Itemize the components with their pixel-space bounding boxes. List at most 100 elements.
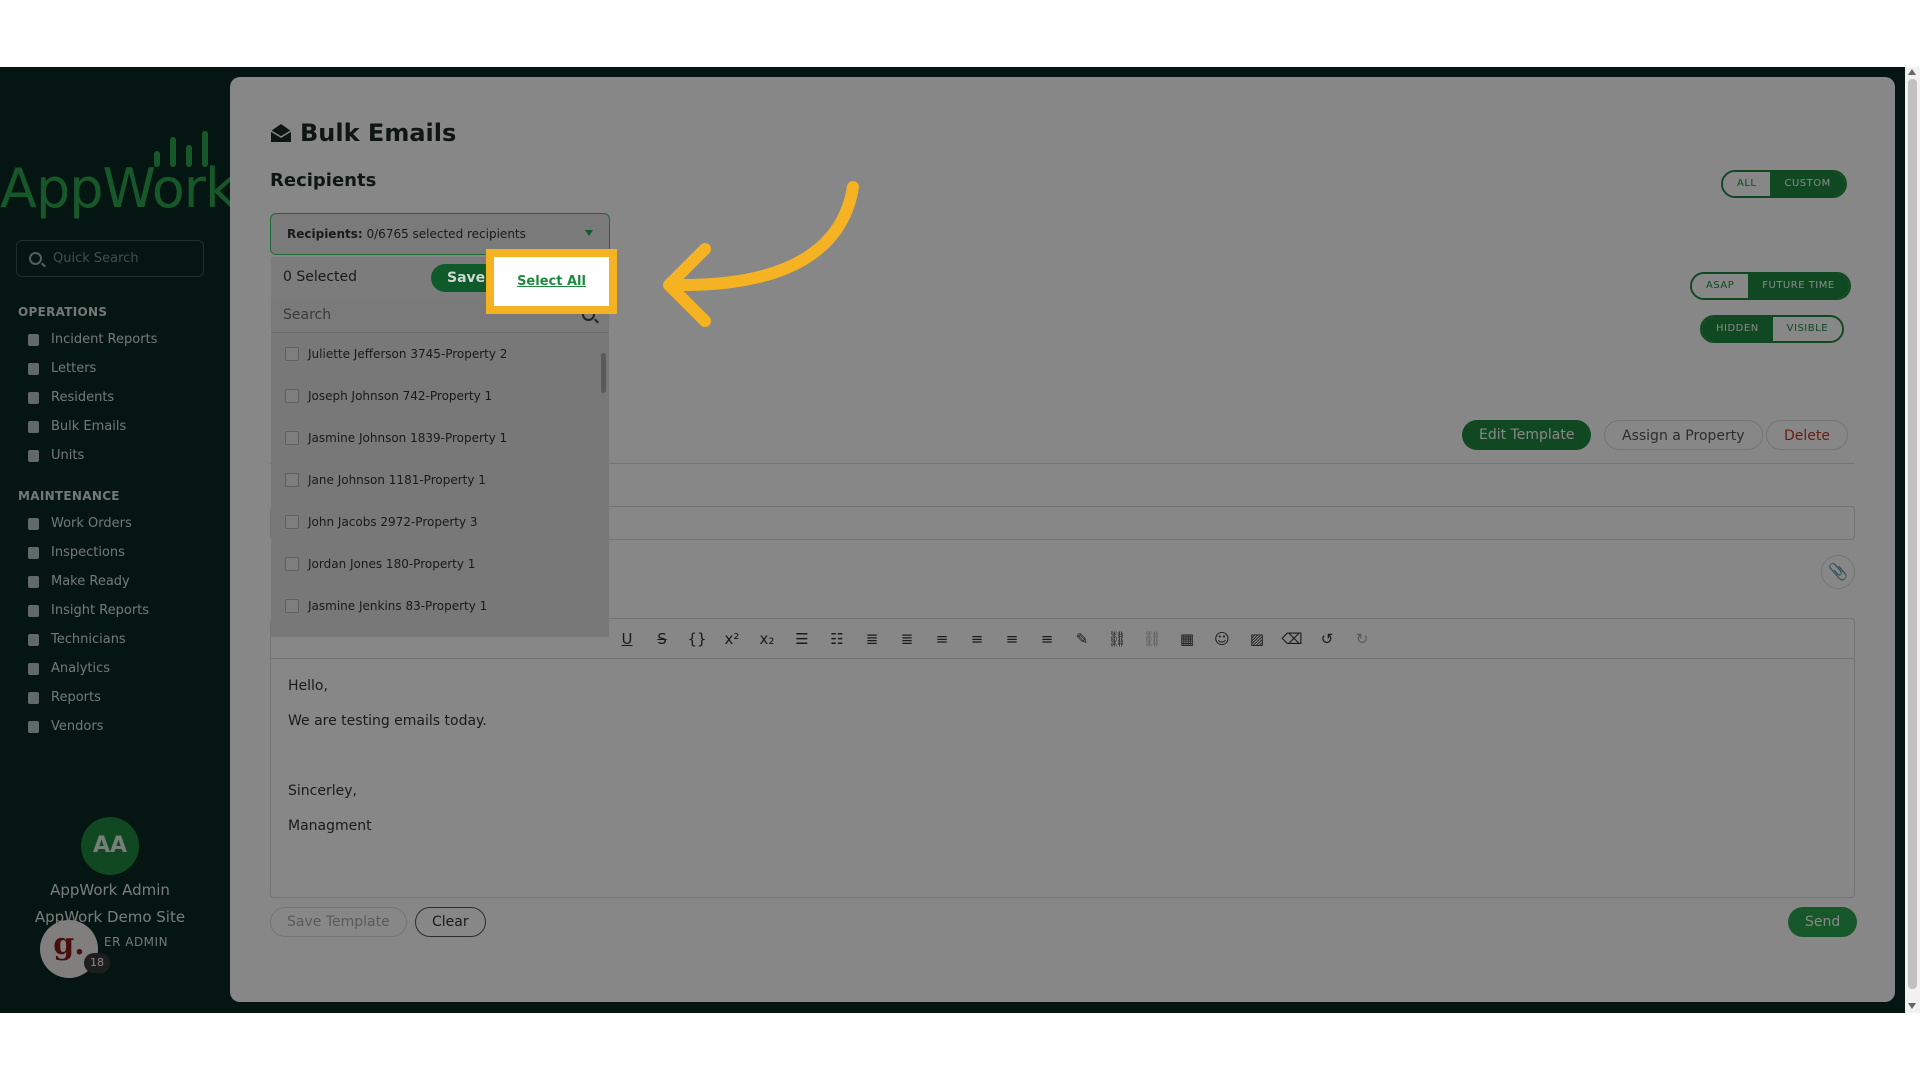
chart-icon bbox=[28, 663, 39, 675]
scroll-down-icon[interactable] bbox=[1908, 1003, 1916, 1009]
assign-property-button[interactable]: Assign a Property bbox=[1604, 420, 1763, 450]
appwork-logo[interactable]: AppWork bbox=[0, 117, 236, 220]
sidebar-item-technicians[interactable]: Technicians bbox=[28, 629, 126, 651]
align-right-icon[interactable]: ≡ bbox=[1000, 627, 1024, 651]
sidebar-item-make-ready[interactable]: Make Ready bbox=[28, 571, 130, 593]
checkbox[interactable] bbox=[285, 515, 299, 529]
editor-line: Managment bbox=[288, 818, 372, 834]
selected-count: 0 Selected bbox=[283, 269, 358, 285]
toggle-option-custom[interactable]: CUSTOM bbox=[1770, 172, 1845, 196]
report-icon bbox=[28, 605, 39, 617]
code-icon[interactable]: {} bbox=[685, 627, 709, 651]
toggle-option-visible[interactable]: VISIBLE bbox=[1772, 317, 1843, 341]
editor-line: We are testing emails today. bbox=[288, 713, 487, 729]
save-template-button[interactable]: Save Template bbox=[270, 907, 407, 937]
chevron-down-icon bbox=[585, 230, 593, 236]
sidebar-item-inspections[interactable]: Inspections bbox=[28, 542, 125, 564]
scroll-thumb[interactable] bbox=[1908, 79, 1917, 989]
link-icon[interactable]: ⛓ bbox=[1105, 627, 1129, 651]
envelope-icon bbox=[28, 421, 39, 433]
superscript-icon[interactable]: x² bbox=[720, 627, 744, 651]
align-center-icon[interactable]: ≡ bbox=[965, 627, 989, 651]
sidebar-item-work-orders[interactable]: Work Orders bbox=[28, 513, 132, 535]
document-icon bbox=[28, 334, 39, 346]
toggle-option-future-time[interactable]: FUTURE TIME bbox=[1748, 274, 1849, 298]
user-role: ER ADMIN bbox=[104, 935, 169, 949]
checkbox[interactable] bbox=[285, 347, 299, 361]
clear-button[interactable]: Clear bbox=[415, 907, 486, 937]
list-item[interactable]: Juliette Jefferson 3745-Property 2 bbox=[271, 333, 601, 375]
list-item[interactable]: Joseph Johnson 742-Property 1 bbox=[271, 375, 601, 417]
strikethrough-icon[interactable]: S bbox=[650, 627, 674, 651]
search-icon bbox=[29, 252, 42, 265]
file-icon bbox=[28, 692, 39, 704]
section-title-operations: OPERATIONS bbox=[18, 305, 108, 319]
toggle-all-custom[interactable]: ALL CUSTOM bbox=[1721, 170, 1847, 198]
avatar[interactable]: AA bbox=[81, 817, 139, 875]
emoji-icon[interactable]: ☺ bbox=[1210, 627, 1234, 651]
helmet-icon bbox=[28, 634, 39, 646]
wrench-icon bbox=[28, 518, 39, 530]
logo-text: AppWork bbox=[0, 157, 236, 220]
sidebar-item-analytics[interactable]: Analytics bbox=[28, 658, 110, 680]
send-button[interactable]: Send bbox=[1788, 907, 1858, 937]
outdent-icon[interactable]: ≣ bbox=[860, 627, 884, 651]
list-item[interactable]: Jane Johnson 1181-Property 1 bbox=[271, 459, 601, 501]
clipboard-icon bbox=[28, 547, 39, 559]
sidebar-item-units[interactable]: Units bbox=[28, 445, 84, 467]
edit-template-button[interactable]: Edit Template bbox=[1462, 420, 1592, 450]
delete-button[interactable]: Delete bbox=[1766, 420, 1848, 450]
sidebar: AppWork Quick Search OPERATIONS Incident… bbox=[0, 67, 236, 1013]
checkbox[interactable] bbox=[285, 599, 299, 613]
align-left-icon[interactable]: ≡ bbox=[930, 627, 954, 651]
sidebar-item-letters[interactable]: Letters bbox=[28, 358, 96, 380]
select-all-link[interactable]: Select All bbox=[494, 257, 609, 306]
checkbox[interactable] bbox=[285, 557, 299, 571]
bullet-list-icon[interactable]: ☰ bbox=[790, 627, 814, 651]
select-all-highlight: Select All bbox=[486, 249, 617, 314]
checkbox[interactable] bbox=[285, 389, 299, 403]
list-item[interactable]: Jordan Jones 180-Property 1 bbox=[271, 543, 601, 585]
checkbox[interactable] bbox=[285, 473, 299, 487]
list-item[interactable]: Jasmine Johnson 1839-Property 1 bbox=[271, 417, 601, 459]
toggle-asap-future[interactable]: ASAP FUTURE TIME bbox=[1690, 272, 1851, 300]
checkbox[interactable] bbox=[285, 431, 299, 445]
toggle-hidden-visible[interactable]: HIDDEN VISIBLE bbox=[1700, 315, 1845, 343]
attachment-button[interactable]: 📎 bbox=[1821, 555, 1855, 589]
recipient-list: Juliette Jefferson 3745-Property 2 Josep… bbox=[271, 333, 609, 637]
sidebar-item-reports[interactable]: Reports bbox=[28, 687, 101, 709]
sidebar-item-incident-reports[interactable]: Incident Reports bbox=[28, 329, 157, 351]
numbered-list-icon[interactable]: ☷ bbox=[825, 627, 849, 651]
toggle-option-asap[interactable]: ASAP bbox=[1692, 274, 1749, 298]
editor-line bbox=[288, 746, 1837, 781]
list-scrollbar[interactable] bbox=[601, 353, 606, 393]
user-site: AppWork Demo Site bbox=[34, 908, 186, 926]
quick-search-input[interactable]: Quick Search bbox=[16, 240, 204, 277]
image-icon[interactable]: ▨ bbox=[1245, 627, 1269, 651]
envelope-open-icon bbox=[270, 124, 292, 142]
page-scrollbar[interactable] bbox=[1905, 67, 1920, 1013]
underline-icon[interactable]: U bbox=[615, 627, 639, 651]
sidebar-item-insight-reports[interactable]: Insight Reports bbox=[28, 600, 149, 622]
sidebar-item-vendors[interactable]: Vendors bbox=[28, 716, 103, 738]
list-item[interactable]: Jasmine Jenkins 83-Property 1 bbox=[271, 585, 601, 627]
dropdown-search-placeholder: Search bbox=[283, 307, 332, 323]
pen-icon[interactable]: ✎ bbox=[1070, 627, 1094, 651]
indent-icon[interactable]: ≣ bbox=[895, 627, 919, 651]
email-body-editor[interactable]: Hello, We are testing emails today. Sinc… bbox=[270, 658, 1855, 898]
unlink-icon[interactable]: ⛓ bbox=[1140, 627, 1164, 651]
editor-line: Sincerley, bbox=[288, 783, 357, 799]
toggle-option-all[interactable]: ALL bbox=[1723, 172, 1771, 196]
justify-icon[interactable]: ≡ bbox=[1035, 627, 1059, 651]
scroll-up-icon[interactable] bbox=[1908, 69, 1916, 75]
table-icon[interactable]: ▦ bbox=[1175, 627, 1199, 651]
toggle-option-hidden[interactable]: HIDDEN bbox=[1702, 317, 1773, 341]
subscript-icon[interactable]: x₂ bbox=[755, 627, 779, 651]
sidebar-item-residents[interactable]: Residents bbox=[28, 387, 114, 409]
list-item[interactable]: John Jacobs 2972-Property 3 bbox=[271, 501, 601, 543]
undo-icon[interactable]: ↺ bbox=[1315, 627, 1339, 651]
eraser-icon[interactable]: ⌫ bbox=[1280, 627, 1304, 651]
redo-icon[interactable]: ↻ bbox=[1350, 627, 1374, 651]
recipients-value: 0/6765 selected recipients bbox=[366, 227, 526, 241]
sidebar-item-bulk-emails[interactable]: Bulk Emails bbox=[28, 416, 126, 438]
